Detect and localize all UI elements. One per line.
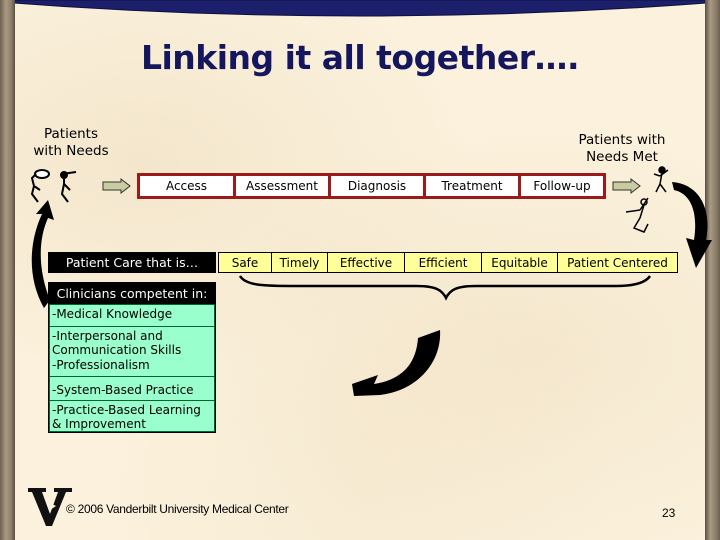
quality-aim-effective: Effective — [328, 253, 405, 272]
competency-list: -Medical Knowledge -Interpersonal and Co… — [48, 304, 216, 433]
slide-title: Linking it all together…. — [140, 38, 580, 77]
competency-item: -Professionalism — [49, 356, 215, 376]
start-label: Patients with Needs — [33, 126, 109, 159]
quality-header: Patient Care that is… — [48, 252, 216, 273]
frame-left — [0, 0, 15, 540]
process-step-follow-up: Follow-up — [521, 176, 603, 196]
process-step-diagnosis: Diagnosis — [331, 176, 423, 196]
curved-arrow-icon — [352, 330, 441, 396]
stick-figures-celebrating-icon — [625, 166, 669, 233]
header-band — [0, 0, 720, 17]
quality-aim-equitable: Equitable — [482, 253, 558, 272]
quality-aim-patient-centered: Patient Centered — [567, 255, 668, 270]
competency-item: -Medical Knowledge — [49, 304, 215, 326]
competency-item: -Interpersonal and Communication Skills — [49, 326, 215, 357]
process-step-treatment: Treatment — [426, 176, 518, 196]
right-arrow-icon — [102, 177, 131, 195]
copyright-footer: © 2006 Vanderbilt University Medical Cen… — [66, 502, 289, 516]
page-number: 23 — [662, 506, 676, 520]
curved-arrow-icon — [672, 182, 712, 268]
quality-aim-safe: Safe — [219, 253, 272, 272]
process-step-assessment: Assessment — [236, 176, 328, 196]
quality-aim-timely: Timely — [272, 253, 328, 272]
end-label: Patients with Needs Met — [578, 132, 666, 165]
process-step-access: Access — [140, 176, 233, 196]
brace-connector — [238, 275, 652, 301]
quality-aims-row: Safe Timely Effective Efficient Equitabl… — [218, 252, 678, 273]
competency-item: -System-Based Practice — [49, 376, 215, 400]
quality-aim-efficient: Efficient — [405, 253, 482, 272]
care-process-row: Access Assessment Diagnosis Treatment Fo… — [137, 173, 606, 199]
competency-item: -Practice-Based Learning & Improvement — [49, 400, 215, 432]
competencies-header: Clinicians competent in: — [48, 282, 216, 304]
